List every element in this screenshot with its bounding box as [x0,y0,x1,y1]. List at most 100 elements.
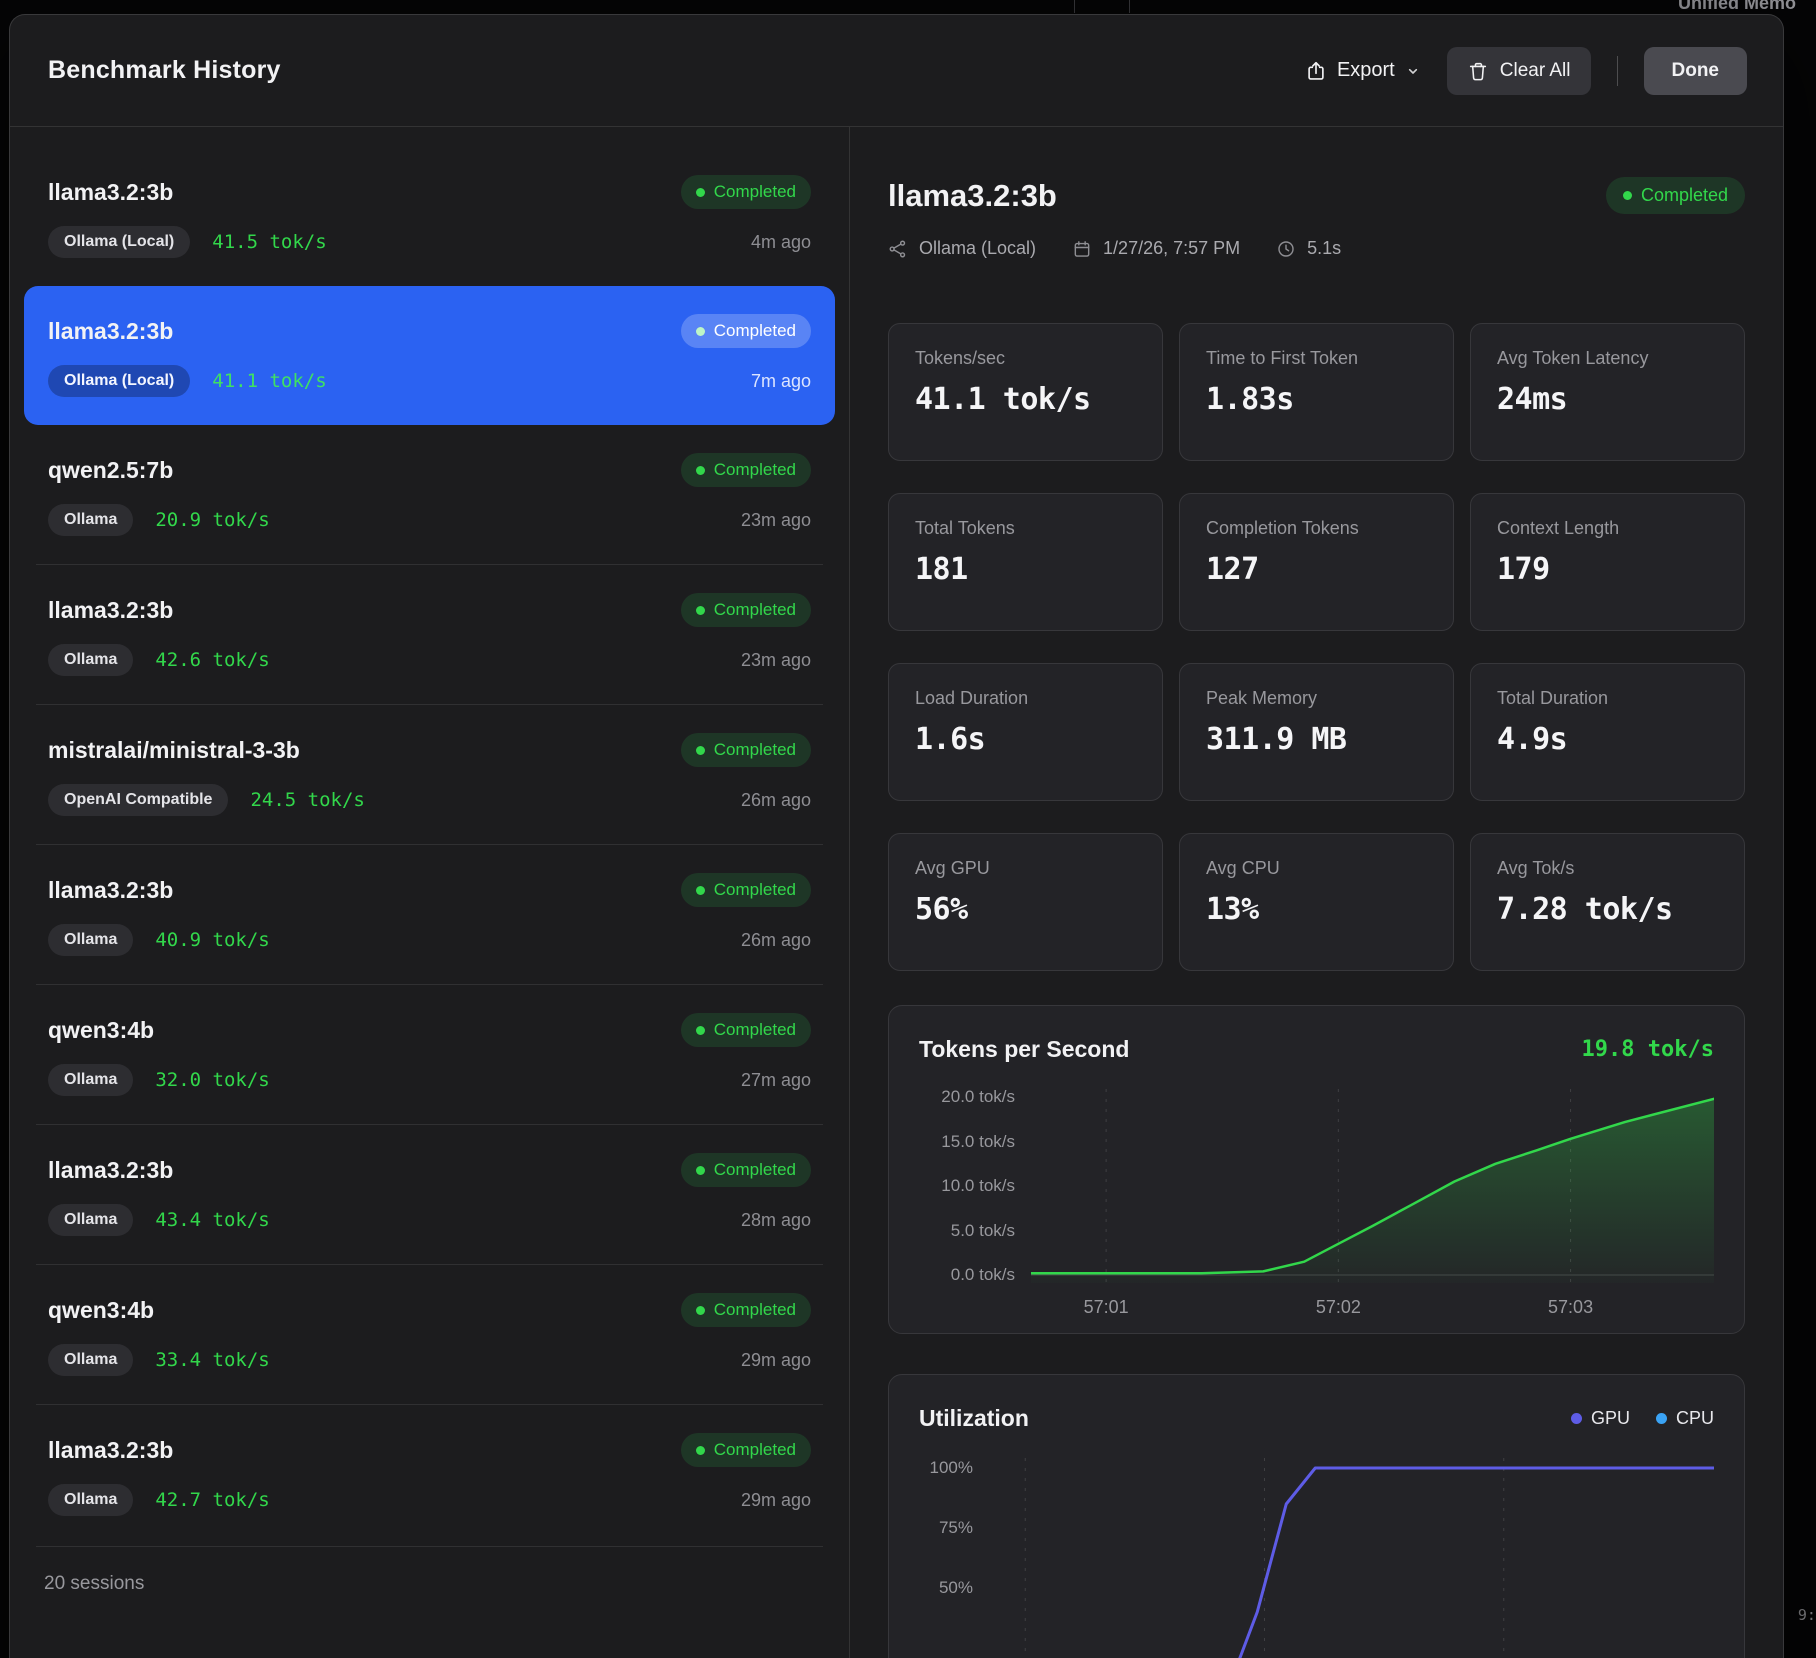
detail-header: llama3.2:3b Completed [888,177,1745,214]
status-dot-icon [696,1306,705,1315]
stat-label: Context Length [1497,518,1718,539]
stat-value: 7.28 tok/s [1497,892,1718,927]
status-label: Completed [1641,185,1728,206]
utilization-line-chart [989,1458,1714,1658]
status-label: Completed [714,880,796,900]
y-axis-tick-label: 100% [930,1458,973,1478]
list-item[interactable]: llama3.2:3b Completed Ollama 42.6 tok/s … [24,565,835,704]
stat-card: Total Tokens 181 [888,493,1163,631]
tokens-per-second-chart-card: Tokens per Second 19.8 tok/s 20.0 tok/s1… [888,1005,1745,1334]
status-label: Completed [714,1020,796,1040]
stat-label: Avg CPU [1206,858,1427,879]
model-name: qwen3:4b [48,1017,154,1044]
chart-title: Tokens per Second [919,1036,1129,1063]
stat-value: 1.83s [1206,382,1427,417]
y-axis-tick-label: 50% [939,1578,973,1598]
provider-tag: Ollama [48,1484,133,1516]
list-item[interactable]: llama3.2:3b Completed Ollama 40.9 tok/s … [24,845,835,984]
export-label: Export [1337,59,1395,82]
done-button[interactable]: Done [1644,47,1748,95]
speed-value: 41.5 tok/s [212,231,326,253]
clear-all-button[interactable]: Clear All [1447,47,1591,95]
stat-label: Tokens/sec [915,348,1136,369]
list-item[interactable]: qwen2.5:7b Completed Ollama 20.9 tok/s 2… [24,425,835,564]
background-divider [1074,0,1075,13]
model-name: mistralai/ministral-3-3b [48,737,300,764]
session-row-top: llama3.2:3b Completed [48,873,811,907]
time-ago: 26m ago [741,930,811,951]
provider-tag: Ollama [48,1204,133,1236]
y-axis-tick-label: 10.0 tok/s [941,1176,1015,1196]
stat-value: 1.6s [915,722,1136,757]
status-label: Completed [714,1440,796,1460]
speed-value: 24.5 tok/s [250,789,364,811]
legend-label: GPU [1591,1408,1630,1429]
clear-all-label: Clear All [1500,60,1571,82]
datetime-label: 1/27/26, 7:57 PM [1103,238,1240,259]
stat-card: Tokens/sec 41.1 tok/s [888,323,1163,461]
list-item[interactable]: llama3.2:3b Completed Ollama (Local) 41.… [24,147,835,286]
status-badge: Completed [1606,177,1745,214]
modal-content: llama3.2:3b Completed Ollama (Local) 41.… [10,127,1783,1658]
export-button[interactable]: Export [1305,59,1421,82]
session-detail-pane: llama3.2:3b Completed Ollama (Local) [850,127,1783,1658]
chart-current-value: 19.8 tok/s [1582,1037,1714,1062]
utilization-chart-card: Utilization GPUCPU 100%75%50% [888,1374,1745,1658]
session-row-top: qwen3:4b Completed [48,1013,811,1047]
list-item[interactable]: qwen3:4b Completed Ollama 32.0 tok/s 27m… [24,985,835,1124]
status-badge: Completed [681,453,811,487]
session-row-bottom: Ollama 42.6 tok/s 23m ago [48,644,811,676]
list-item[interactable]: llama3.2:3b Completed Ollama 43.4 tok/s … [24,1125,835,1264]
provider-tag: Ollama [48,504,133,536]
chart-title: Utilization [919,1405,1029,1432]
provider-tag: Ollama [48,1344,133,1376]
time-ago: 26m ago [741,790,811,811]
y-axis-tick-label: 5.0 tok/s [951,1221,1015,1241]
stat-label: Peak Memory [1206,688,1427,709]
speed-value: 32.0 tok/s [155,1069,269,1091]
session-row-top: llama3.2:3b Completed [48,1433,811,1467]
tokens-chart-plot: 57:0157:0257:03 [1031,1089,1714,1283]
tokens-line-chart [1031,1089,1714,1283]
list-item[interactable]: llama3.2:3b Completed Ollama 42.7 tok/s … [24,1405,835,1544]
speed-value: 33.4 tok/s [155,1349,269,1371]
list-item[interactable]: qwen3:4b Completed Ollama 33.4 tok/s 29m… [24,1265,835,1404]
status-dot-icon [696,188,705,197]
status-badge: Completed [681,733,811,767]
status-dot-icon [696,1026,705,1035]
speed-value: 43.4 tok/s [155,1209,269,1231]
stat-label: Total Duration [1497,688,1718,709]
session-row-bottom: OpenAI Compatible 24.5 tok/s 26m ago [48,784,811,816]
duration-label: 5.1s [1307,238,1341,259]
header-divider [1617,56,1618,86]
stat-card: Time to First Token 1.83s [1179,323,1454,461]
speed-value: 20.9 tok/s [155,509,269,531]
time-ago: 27m ago [741,1070,811,1091]
session-row-top: qwen3:4b Completed [48,1293,811,1327]
stat-label: Avg Tok/s [1497,858,1718,879]
status-badge: Completed [681,175,811,209]
chart-body: 20.0 tok/s15.0 tok/s10.0 tok/s5.0 tok/s0… [919,1089,1714,1283]
legend-item: GPU [1571,1408,1630,1429]
stat-label: Load Duration [915,688,1136,709]
legend-dot-icon [1656,1413,1667,1424]
status-label: Completed [714,600,796,620]
list-item[interactable]: mistralai/ministral-3-3b Completed OpenA… [24,705,835,844]
session-list-footer: 20 sessions [36,1546,823,1621]
stat-label: Total Tokens [915,518,1136,539]
status-dot-icon [696,746,705,755]
speed-value: 42.7 tok/s [155,1489,269,1511]
session-row-top: qwen2.5:7b Completed [48,453,811,487]
session-row-top: mistralai/ministral-3-3b Completed [48,733,811,767]
time-ago: 23m ago [741,650,811,671]
status-label: Completed [714,321,796,341]
status-label: Completed [714,740,796,760]
stat-card: Avg GPU 56% [888,833,1163,971]
clock-icon [1276,239,1296,259]
y-axis-tick-label: 0.0 tok/s [951,1265,1015,1285]
status-label: Completed [714,460,796,480]
list-item[interactable]: llama3.2:3b Completed Ollama (Local) 41.… [24,286,835,425]
status-badge: Completed [681,1153,811,1187]
x-axis-tick-label: 57:03 [1548,1297,1593,1318]
legend-dot-icon [1571,1413,1582,1424]
